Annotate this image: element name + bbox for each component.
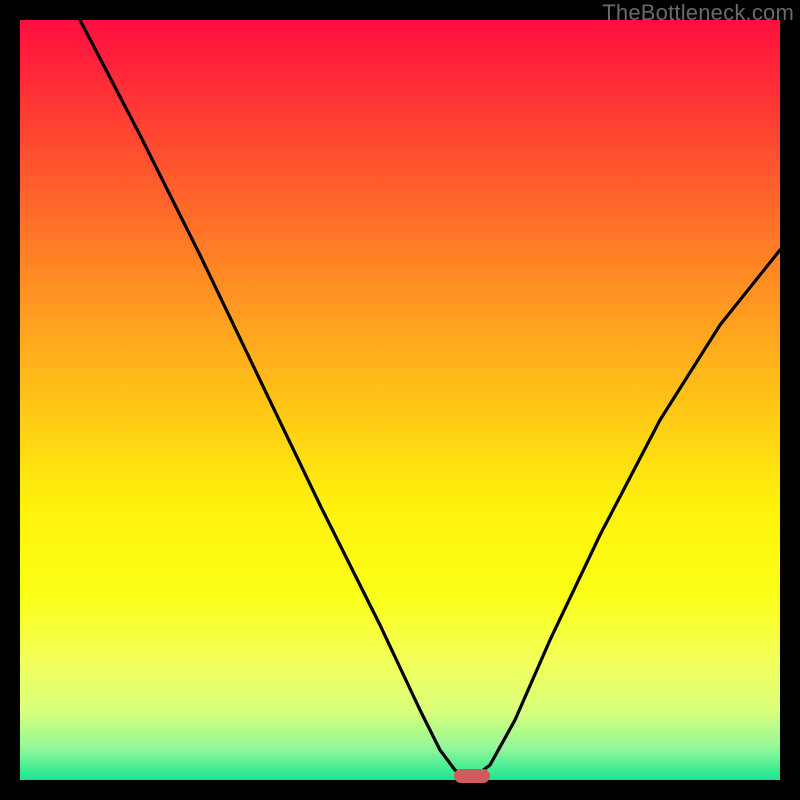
optimum-marker bbox=[454, 769, 490, 783]
plot-area bbox=[20, 20, 780, 780]
curve-svg bbox=[20, 20, 780, 780]
chart-frame: TheBottleneck.com bbox=[0, 0, 800, 800]
bottleneck-curve-path bbox=[80, 20, 780, 780]
